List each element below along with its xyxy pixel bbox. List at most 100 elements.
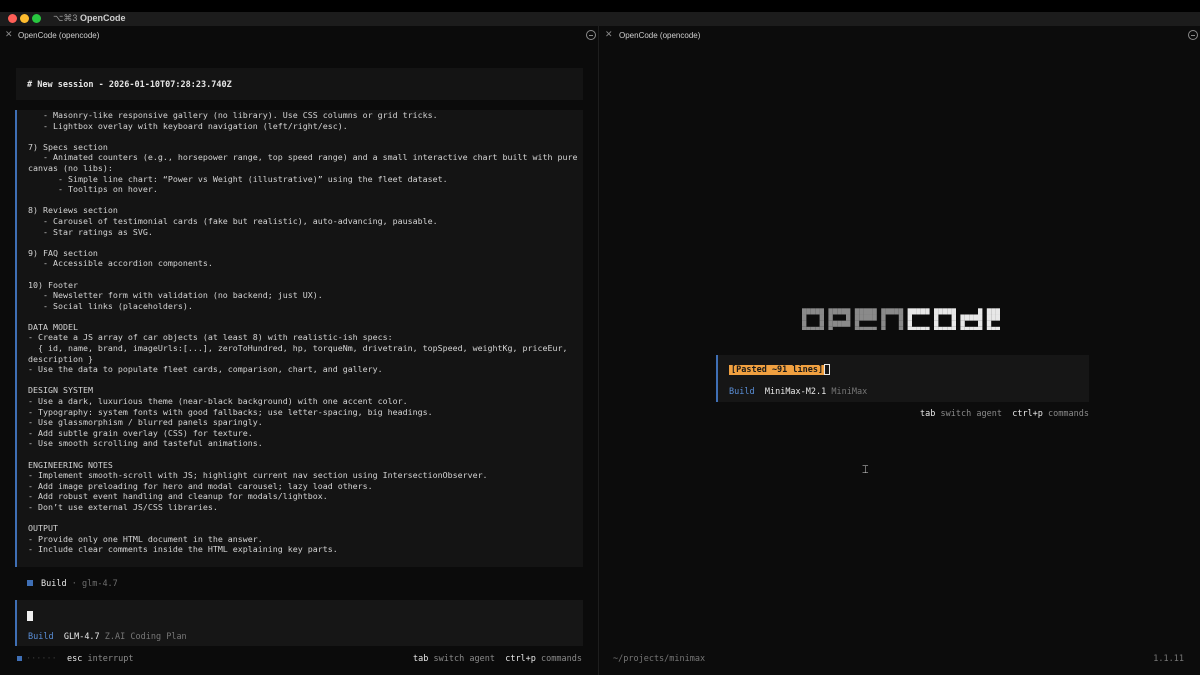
prompt-line: [28, 237, 577, 248]
text-cursor: [824, 364, 830, 375]
maximize-window-button[interactable]: [32, 14, 41, 23]
prompt-line: - Newsletter form with validation (no ba…: [28, 290, 323, 301]
tab-key: tab: [920, 409, 936, 419]
right-pane-title: OpenCode (opencode): [619, 31, 701, 40]
tab-hint: switch agent: [433, 654, 495, 664]
status-bar-right: tab switch agent ctrl+p commands: [413, 654, 582, 664]
text-cursor-icon: ⌶: [862, 463, 869, 476]
left-pane-header: ✕ OpenCode (opencode): [0, 26, 598, 46]
close-window-button[interactable]: [8, 14, 17, 23]
progress-dots: ······: [26, 654, 57, 664]
agent-name[interactable]: Build: [28, 632, 54, 642]
commands-key: ctrl+p: [505, 654, 536, 664]
close-pane-icon[interactable]: ✕: [5, 30, 13, 40]
minimize-window-button[interactable]: [20, 14, 29, 23]
prompt-line: 8) Reviews section: [28, 205, 118, 216]
prompt-line: 7) Specs section: [28, 141, 108, 152]
build-label: Build: [41, 579, 67, 589]
esc-key: esc: [66, 654, 83, 664]
prompt-line: - Lightbox overlay with keyboard navigat…: [28, 120, 348, 131]
input-meta: Build GLM-4.7 Z.AI Coding Plan: [28, 632, 187, 642]
status-bar-left: ······ esc interrupt: [17, 654, 134, 664]
logo-letter-p: [828, 308, 851, 330]
commands-hint: commands: [1048, 409, 1089, 419]
prompt-line: - Accessible accordion components.: [28, 258, 213, 269]
prompt-line: 9) FAQ section: [28, 247, 98, 258]
provider-name: Z.AI Coding Plan: [104, 632, 187, 642]
prompt-line: - Include clear comments inside the HTML…: [28, 544, 338, 555]
close-pane-icon[interactable]: ✕: [605, 30, 613, 40]
prompt-line: - Implement smooth-scroll with JS; highl…: [28, 470, 488, 481]
logo-letter-o: [934, 308, 956, 330]
input-meta: Build MiniMax-M2.1 MiniMax: [729, 387, 867, 397]
version-label: 1.1.11: [1153, 654, 1184, 664]
prompt-line: [28, 311, 577, 322]
assistant-build-status: Build · glm-4.7: [27, 579, 118, 589]
prompt-line: - Create a JS array of car objects (at l…: [28, 332, 393, 343]
commands-key: ctrl+p: [1012, 409, 1043, 419]
left-pane[interactable]: ✕ OpenCode (opencode) # New session - 20…: [0, 26, 599, 675]
model-name[interactable]: MiniMax-M2.1: [765, 387, 826, 397]
right-pane[interactable]: ✕ OpenCode (opencode) [Pasted ~91 lines]…: [600, 26, 1200, 675]
prompt-line: description }: [28, 353, 93, 364]
logo-letter-o: [802, 308, 824, 330]
prompt-line: [28, 375, 577, 386]
user-prompt-message: - Masonry-like responsive gallery (no li…: [15, 110, 583, 567]
prompt-line: [28, 269, 577, 280]
build-square-icon: [27, 580, 33, 586]
prompt-line: [28, 131, 577, 142]
prompt-line: [28, 513, 577, 524]
pane-menu-icon[interactable]: [1188, 30, 1198, 40]
prompt-line: DESIGN SYSTEM: [28, 385, 93, 396]
prompt-line: - Tooltips on hover.: [28, 184, 158, 195]
logo-letter-e: [986, 308, 1000, 330]
provider-name: MiniMax: [831, 387, 868, 397]
prompt-line: OUTPUT: [28, 523, 58, 534]
right-pane-header: ✕ OpenCode (opencode): [600, 26, 1200, 46]
working-directory: ~/projects/minimax: [613, 654, 706, 664]
agent-name[interactable]: Build: [729, 387, 755, 397]
prompt-line: - Don’t use external JS/CSS libraries.: [28, 501, 218, 512]
title-bar: ⌥⌘3 OpenCode: [0, 12, 1200, 26]
prompt-line: { id, name, brand, imageUrls:[...], zero…: [28, 343, 568, 354]
prompt-line: - Use a dark, luxurious theme (near-blac…: [28, 396, 408, 407]
prompt-line: - Social links (placeholders).: [28, 300, 193, 311]
prompt-line: - Simple line chart: “Power vs Weight (i…: [28, 173, 448, 184]
esc-hint: interrupt: [87, 654, 134, 664]
prompt-line: - Carousel of testimonial cards (fake bu…: [28, 215, 438, 226]
window-title: OpenCode: [80, 13, 126, 23]
prompt-line: DATA MODEL: [28, 321, 78, 332]
logo-letter-n: [881, 308, 904, 330]
text-cursor: [27, 611, 33, 621]
opencode-logo: [802, 308, 1000, 330]
prompt-line: 10) Footer: [28, 279, 78, 290]
tab-key: tab: [413, 654, 429, 664]
prompt-line: - Add robust event handling and cleanup …: [28, 491, 328, 502]
pane-menu-icon[interactable]: [586, 30, 596, 40]
prompt-input[interactable]: [Pasted ~91 lines] Build MiniMax-M2.1 Mi…: [716, 355, 1089, 402]
build-model: glm-4.7: [81, 579, 118, 589]
pasted-badge: [Pasted ~91 lines]: [729, 365, 826, 375]
model-name[interactable]: GLM-4.7: [64, 632, 100, 642]
prompt-line: - Provide only one HTML document in the …: [28, 533, 263, 544]
prompt-line: - Use glassmorphism / blurred panels spa…: [28, 417, 263, 428]
shortcut-hints: tab switch agent ctrl+p commands: [920, 409, 1089, 419]
prompt-line: [28, 195, 577, 206]
prompt-line: canvas (no libs):: [28, 162, 113, 173]
logo-letter-c: [907, 308, 930, 330]
prompt-line: [28, 449, 577, 460]
prompt-line: - Animated counters (e.g., horsepower ra…: [28, 152, 578, 163]
prompt-line: - Star ratings as SVG.: [28, 226, 153, 237]
tab-hint: switch agent: [940, 409, 1002, 419]
prompt-line: - Add image preloading for hero and moda…: [28, 480, 373, 491]
prompt-line: ENGINEERING NOTES: [28, 459, 113, 470]
prompt-line: - Add subtle grain overlay (CSS) for tex…: [28, 427, 253, 438]
prompt-input[interactable]: Build GLM-4.7 Z.AI Coding Plan: [15, 600, 583, 646]
spinner-icon: [17, 656, 22, 661]
prompt-line: - Typography: system fonts with good fal…: [28, 406, 433, 417]
session-header: # New session - 2026-01-10T07:28:23.740Z: [16, 68, 583, 100]
app-window: ⌥⌘3 OpenCode ✕ OpenCode (opencode) # New…: [0, 12, 1200, 675]
prompt-line: - Masonry-like responsive gallery (no li…: [28, 110, 438, 120]
commands-hint: commands: [541, 654, 582, 664]
prompt-line: - Use smooth scrolling and tasteful anim…: [28, 438, 263, 449]
